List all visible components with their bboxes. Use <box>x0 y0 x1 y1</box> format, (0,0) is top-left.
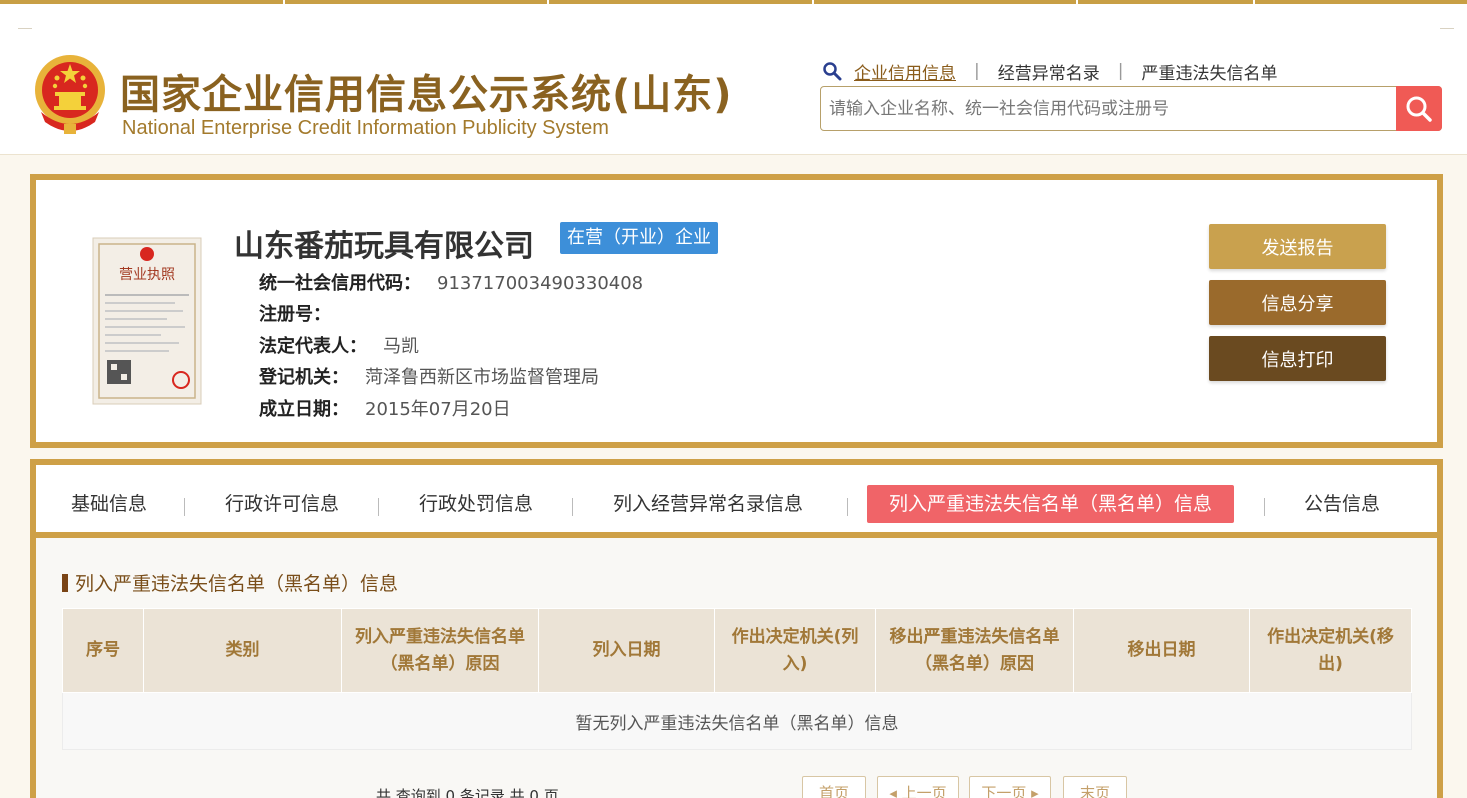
col-index: 序号 <box>62 608 144 693</box>
search-icon <box>823 62 842 81</box>
last-page-button[interactable]: 末页 <box>1063 776 1127 798</box>
svg-text:营业执照: 营业执照 <box>119 267 175 283</box>
tab-blacklist[interactable]: 列入严重违法失信名单（黑名单）信息 <box>867 485 1235 523</box>
link-blacklist[interactable]: 严重违法失信名单 <box>1141 59 1277 84</box>
col-remove-date: 移出日期 <box>1073 608 1250 693</box>
action-buttons: 发送报告 信息分享 信息打印 <box>1209 224 1387 392</box>
tab-announcements[interactable]: 公告信息 <box>1304 485 1380 523</box>
share-info-button[interactable]: 信息分享 <box>1209 280 1386 325</box>
company-card: 营业执照 山东番茄玩具有限公司 在营（开业）企业 统一社会信用代码： 913717… <box>30 174 1443 448</box>
search-input[interactable] <box>829 95 1389 123</box>
site-header: 国家企业信用信息公示系统(山东) National Enterprise Cre… <box>0 4 1467 155</box>
business-license-icon: 营业执照 <box>92 237 202 405</box>
tab-admin-license[interactable]: 行政许可信息 <box>225 485 339 523</box>
link-enterprise-credit[interactable]: 企业信用信息 <box>854 59 956 84</box>
col-list-date: 列入日期 <box>538 608 715 693</box>
reg-number-row: 注册号： <box>259 304 331 325</box>
credit-code-row: 统一社会信用代码： 913717003490330408 <box>259 273 644 294</box>
prev-page-button[interactable]: ◂ 上一页 <box>877 776 959 798</box>
col-remove-reason: 移出严重违法失信名单（黑名单）原因 <box>875 608 1074 693</box>
national-emblem-icon <box>35 55 105 134</box>
tab-admin-penalty[interactable]: 行政处罚信息 <box>419 485 533 523</box>
legal-rep-row: 法定代表人： 马凯 <box>259 336 419 357</box>
tab-abnormal-list[interactable]: 列入经营异常名录信息 <box>613 485 803 523</box>
table-header-row: 序号 类别 列入严重违法失信名单（黑名单）原因 列入日期 作出决定机关(列入) … <box>62 608 1412 693</box>
link-abnormal-list[interactable]: 经营异常名录 <box>998 59 1100 84</box>
print-info-button[interactable]: 信息打印 <box>1209 336 1386 381</box>
detail-panel: 基础信息 行政许可信息 行政处罚信息 列入经营异常名录信息 列入严重违法失信名单… <box>30 459 1443 798</box>
status-badge: 在营（开业）企业 <box>560 222 718 254</box>
col-list-reason: 列入严重违法失信名单（黑名单）原因 <box>341 608 539 693</box>
site-subtitle: National Enterprise Credit Information P… <box>122 117 609 139</box>
magnifier-icon <box>1406 96 1432 122</box>
col-list-authority: 作出决定机关(列入) <box>714 608 876 693</box>
send-report-button[interactable]: 发送报告 <box>1209 224 1386 269</box>
col-remove-authority: 作出决定机关(移出) <box>1249 608 1412 693</box>
site-title: 国家企业信用信息公示系统(山东) <box>120 72 733 118</box>
search-button[interactable] <box>1396 86 1442 131</box>
tab-basic-info[interactable]: 基础信息 <box>71 485 147 523</box>
top-links: 企业信用信息 | 经营异常名录 | 严重违法失信名单 <box>822 58 1277 84</box>
first-page-button[interactable]: 首页 <box>802 776 866 798</box>
search-box <box>820 86 1442 131</box>
blacklist-table: 序号 类别 列入严重违法失信名单（黑名单）原因 列入日期 作出决定机关(列入) … <box>62 608 1412 750</box>
empty-message: 暂无列入严重违法失信名单（黑名单）信息 <box>62 692 1412 750</box>
company-name: 山东番茄玩具有限公司 <box>234 229 534 264</box>
col-category: 类别 <box>143 608 342 693</box>
pagination-summary: 共 查询到 0 条记录 共 0 页 <box>376 787 559 798</box>
founded-date-row: 成立日期： 2015年07月20日 <box>259 399 511 420</box>
table-row: 暂无列入严重违法失信名单（黑名单）信息 <box>62 692 1412 750</box>
next-page-button[interactable]: 下一页 ▸ <box>969 776 1051 798</box>
reg-authority-row: 登记机关： 菏泽鲁西新区市场监督管理局 <box>259 367 599 388</box>
section-title: 列入严重违法失信名单（黑名单）信息 <box>62 569 398 596</box>
tab-bar: 基础信息 行政许可信息 行政处罚信息 列入经营异常名录信息 列入严重违法失信名单… <box>36 465 1437 538</box>
